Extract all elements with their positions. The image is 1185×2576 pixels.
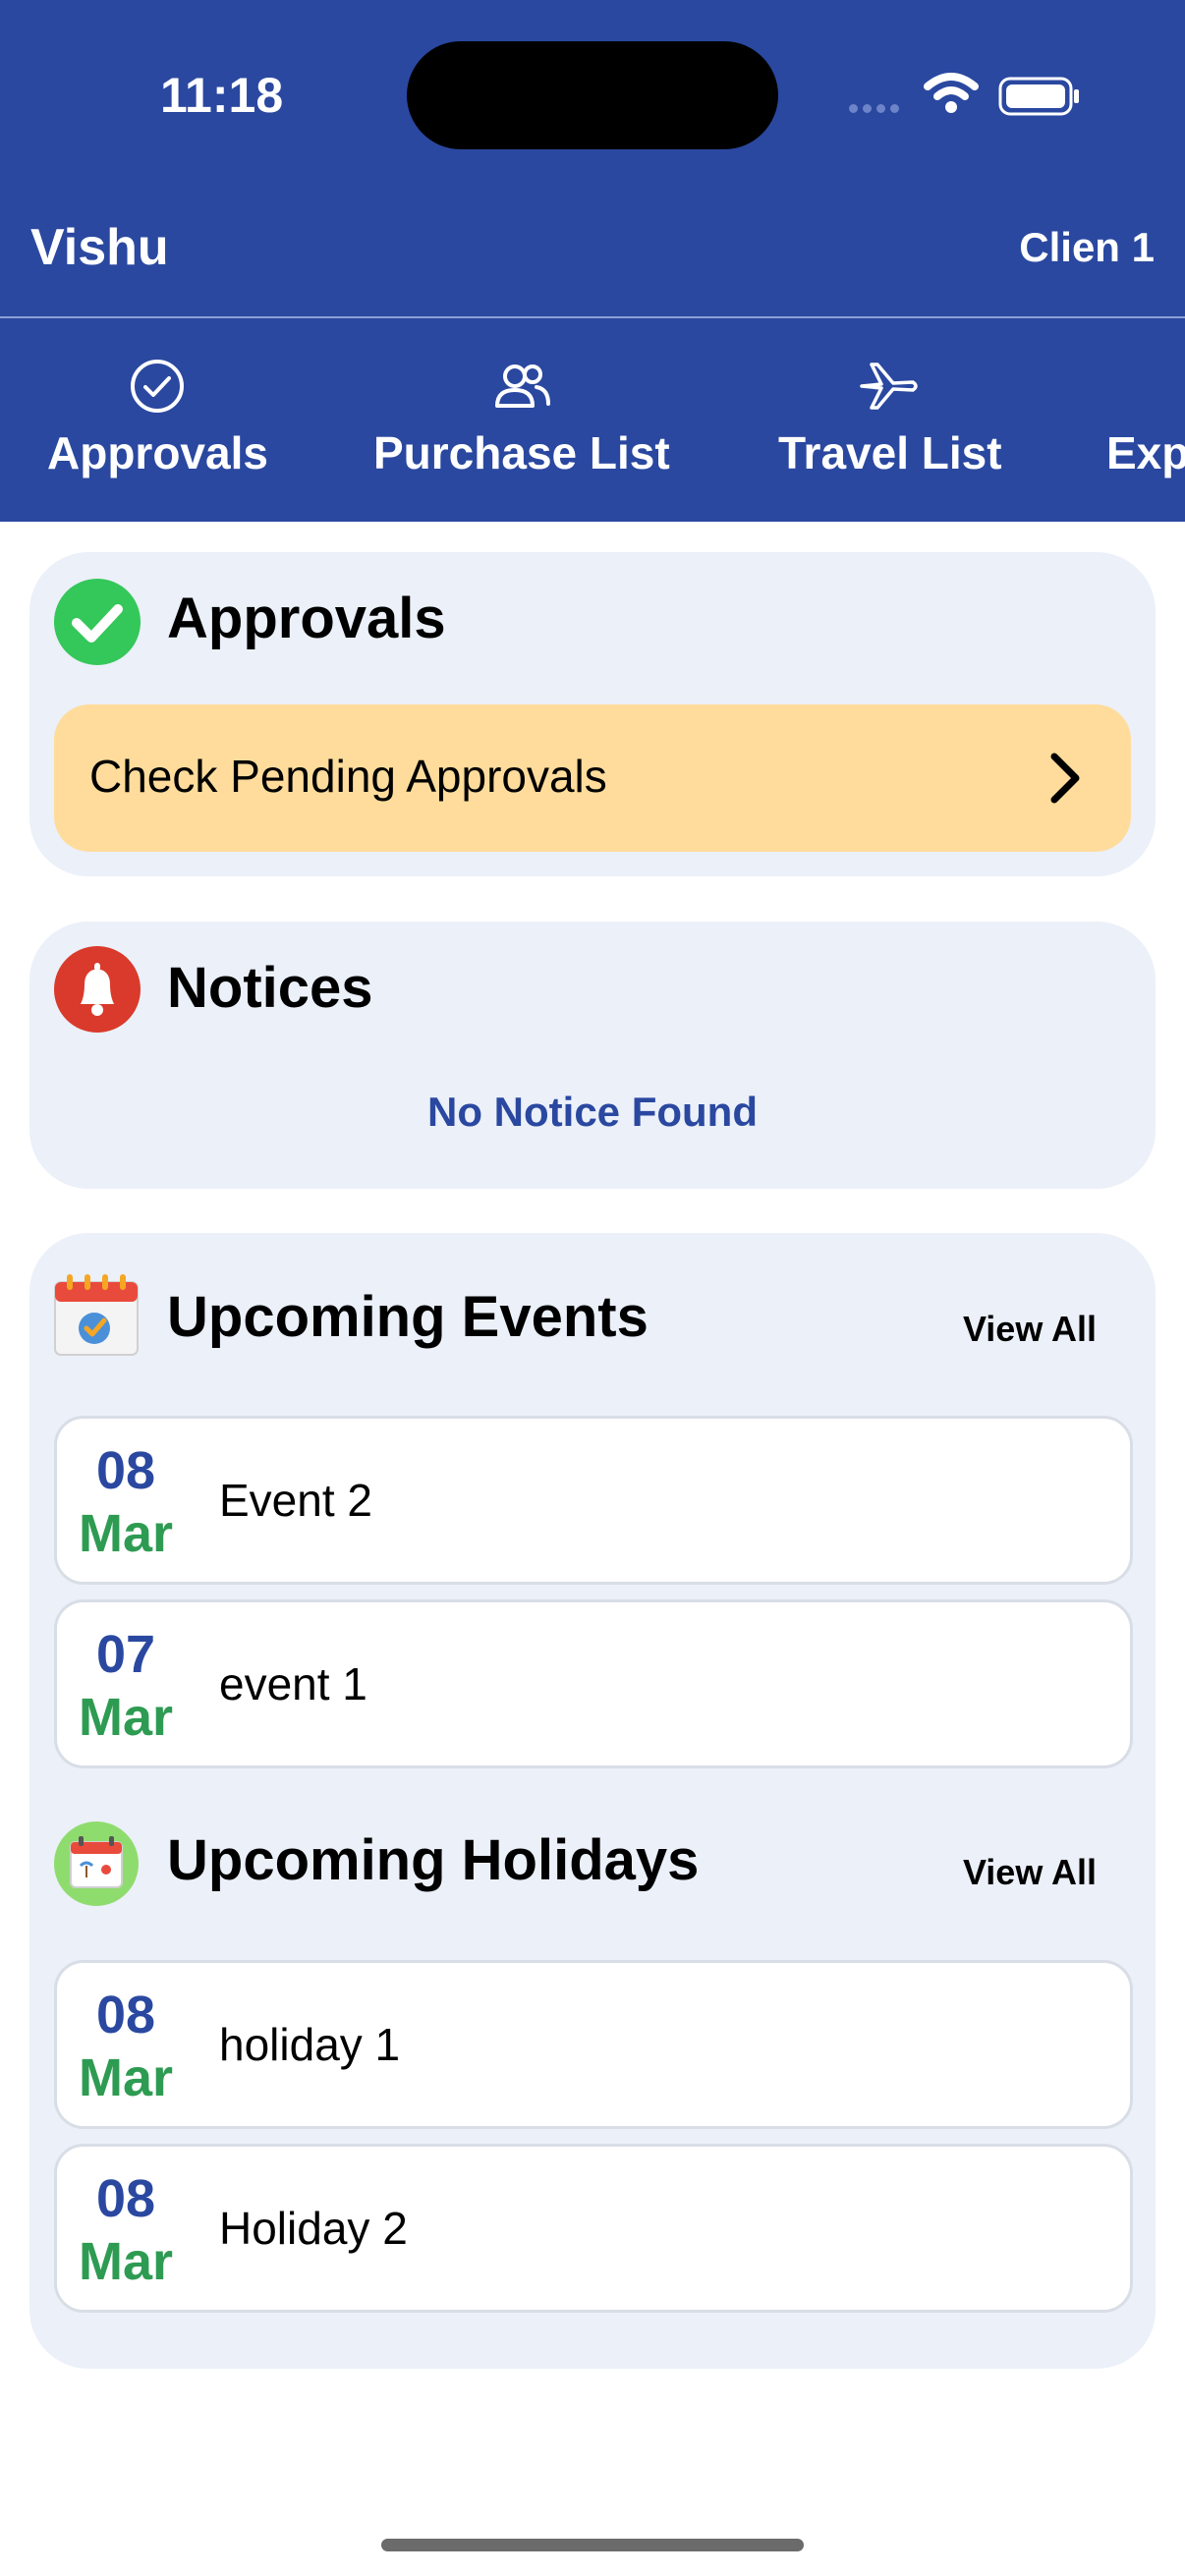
tab-approvals[interactable]: Approvals — [47, 354, 268, 479]
event-row[interactable]: 08 Mar Event 2 — [54, 1416, 1133, 1585]
event-month: Mar — [78, 1504, 174, 1563]
holiday-name: Holiday 2 — [219, 2203, 408, 2254]
top-bar: 11:18 Vishu Clien 1 Approvals Purchase L… — [0, 0, 1185, 522]
chevron-right-icon — [1050, 753, 1080, 804]
approvals-card: Approvals Check Pending Approvals — [29, 552, 1156, 876]
tab-exp-label: Exp — [1106, 427, 1185, 478]
tab-travel-list-label: Travel List — [778, 427, 1002, 478]
app-title: Vishu — [30, 219, 169, 276]
holiday-row[interactable]: 08 Mar Holiday 2 — [54, 2144, 1133, 2313]
wifi-icon — [924, 73, 979, 113]
holiday-calendar-icon — [54, 1821, 139, 1906]
home-indicator — [381, 2539, 804, 2551]
airplane-icon — [860, 363, 918, 410]
upcoming-holidays-title: Upcoming Holidays — [167, 1828, 700, 1892]
users-icon — [494, 364, 550, 408]
check-circle-icon — [131, 360, 185, 413]
events-holidays-card: Upcoming Events View All 08 Mar Event 2 … — [29, 1233, 1156, 2369]
tab-exp[interactable]: Exp — [1106, 354, 1185, 479]
event-name: Event 2 — [219, 1475, 372, 1526]
notices-title: Notices — [167, 956, 373, 1020]
pending-approvals-label: Check Pending Approvals — [89, 751, 607, 802]
green-check-badge-icon — [54, 579, 141, 665]
approvals-title: Approvals — [167, 587, 446, 650]
cellular-signal-icon — [849, 100, 904, 118]
header-divider — [0, 316, 1185, 318]
tab-travel-list[interactable]: Travel List — [778, 354, 1002, 479]
status-time: 11:18 — [160, 68, 284, 123]
event-row[interactable]: 07 Mar event 1 — [54, 1599, 1133, 1768]
notices-card: Notices No Notice Found — [29, 922, 1156, 1189]
tab-purchase-list[interactable]: Purchase List — [373, 354, 670, 479]
no-notice-text: No Notice Found — [427, 1089, 758, 1135]
client-selector[interactable]: Clien 1 — [1019, 224, 1155, 271]
holiday-month: Mar — [78, 2048, 174, 2107]
event-day: 07 — [95, 1625, 156, 1684]
bell-icon — [54, 946, 141, 1033]
holiday-month: Mar — [78, 2232, 174, 2291]
holiday-name: holiday 1 — [219, 2019, 401, 2070]
holidays-view-all-link[interactable]: View All — [963, 1852, 1097, 1893]
event-name: event 1 — [219, 1658, 367, 1709]
tab-approvals-label: Approvals — [47, 427, 268, 478]
tab-purchase-list-label: Purchase List — [373, 427, 670, 478]
event-day: 08 — [95, 1441, 156, 1500]
battery-icon — [998, 77, 1079, 116]
holiday-day: 08 — [95, 2169, 156, 2228]
check-pending-approvals-button[interactable]: Check Pending Approvals — [54, 704, 1131, 852]
dynamic-island — [407, 41, 778, 149]
upcoming-events-title: Upcoming Events — [167, 1285, 649, 1349]
event-month: Mar — [78, 1688, 174, 1747]
holiday-row[interactable]: 08 Mar holiday 1 — [54, 1960, 1133, 2129]
events-view-all-link[interactable]: View All — [963, 1309, 1097, 1350]
calendar-icon — [54, 1274, 139, 1356]
holiday-day: 08 — [95, 1986, 156, 2044]
